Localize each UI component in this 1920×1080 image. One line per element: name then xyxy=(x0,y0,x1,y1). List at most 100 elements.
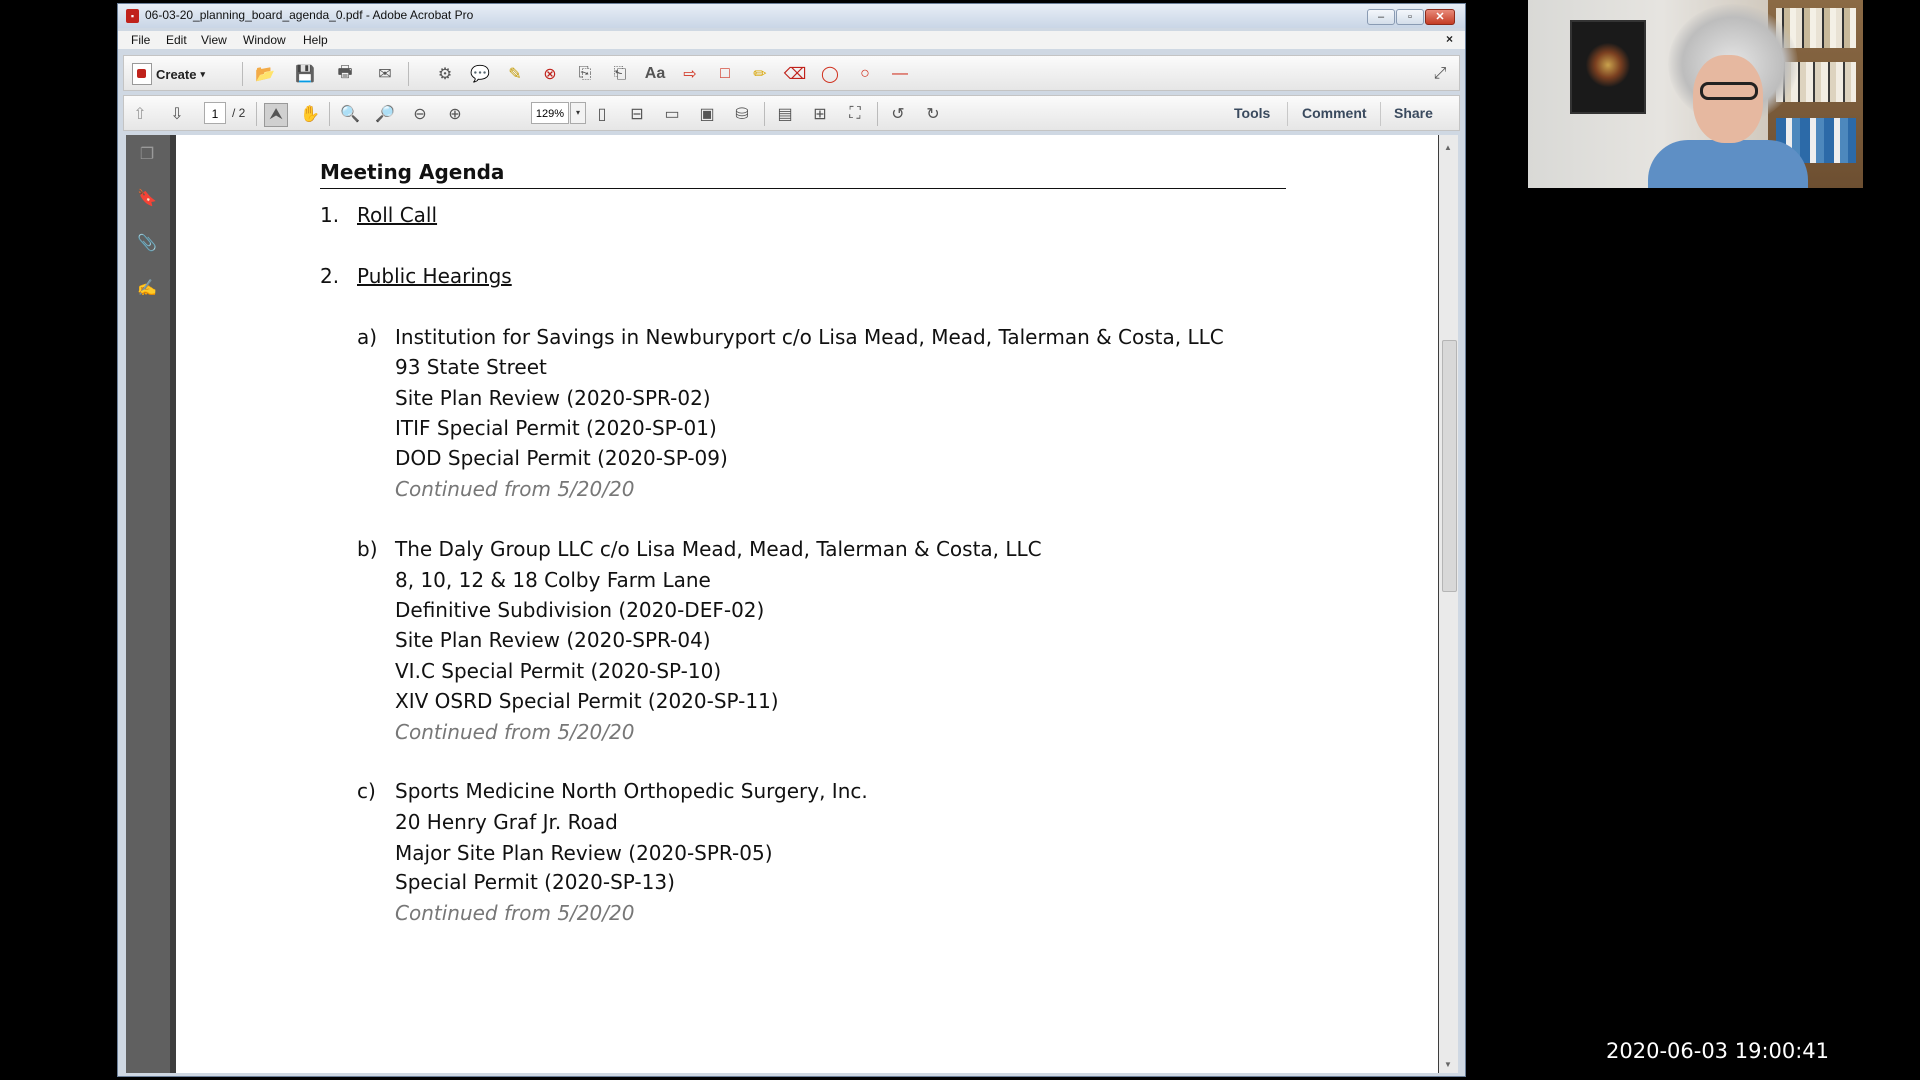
main-toolbar: Create ▾ 📂 💾 🖶 ✉ ⚙ 💬 ✎ ⊗ ⎘ ⎗ Aa ⇨ □ ✏ ⌫ … xyxy=(123,55,1460,91)
comment-bubble-icon[interactable]: 💬 xyxy=(469,63,491,85)
navigation-toolbar: ⇧ ⇩ 1 / 2 ⮝ ✋ 🔍 🔎 ⊖ ⊕ 129% ▾ ▯ ⊟ ▭ ▣ ⛁ ▤… xyxy=(123,95,1460,131)
hearing-a-line: Institution for Savings in Newburyport c… xyxy=(395,325,1224,349)
maximize-button[interactable]: ▫ xyxy=(1396,9,1424,25)
page-thumbnail-icon[interactable]: ▣ xyxy=(696,103,718,125)
marquee-zoom-icon[interactable]: 🔍 xyxy=(339,103,361,125)
rectangle-tool-icon[interactable]: □ xyxy=(714,63,736,85)
tools-tab[interactable]: Tools xyxy=(1234,105,1270,121)
print-icon[interactable]: 🖶 xyxy=(334,63,356,85)
eraser-tool-icon[interactable]: ⌫ xyxy=(784,63,807,85)
agenda-heading: Meeting Agenda xyxy=(320,160,1286,189)
hearing-c-line: Special Permit (2020-SP-13) xyxy=(395,870,675,894)
insert-pages-icon[interactable]: ⎘ xyxy=(574,63,596,85)
text-edit-icon[interactable]: Aa xyxy=(644,63,666,85)
roll-call-item: Roll Call xyxy=(357,203,438,227)
hearing-a-line: Site Plan Review (2020-SPR-02) xyxy=(395,386,711,410)
fit-page-icon[interactable]: ▭ xyxy=(661,103,683,125)
hearing-a-line: DOD Special Permit (2020-SP-09) xyxy=(395,446,728,470)
hand-tool-icon[interactable]: ✋ xyxy=(299,103,321,125)
hearing-letter: a) xyxy=(357,325,378,349)
close-document-icon[interactable]: × xyxy=(1446,32,1453,46)
bookmarks-icon[interactable]: 🔖 xyxy=(136,187,158,209)
rotate-clockwise-icon[interactable]: ↻ xyxy=(922,103,944,125)
create-button[interactable]: Create ▾ xyxy=(132,62,205,86)
page-thumbnails-icon[interactable]: ❐ xyxy=(136,143,158,165)
stamp-icon[interactable]: ⛁ xyxy=(731,103,753,125)
hearing-c-line: Sports Medicine North Orthopedic Surgery… xyxy=(395,779,868,803)
pdf-page: Meeting Agenda 1. Roll Call 2. Public He… xyxy=(170,135,1438,1073)
delete-pages-icon[interactable]: ⊗ xyxy=(539,63,561,85)
hearing-b-line: Definitive Subdivision (2020-DEF-02) xyxy=(395,598,765,622)
create-label: Create xyxy=(156,66,197,82)
hearing-letter: b) xyxy=(357,537,378,561)
hearing-b-line: XIV OSRD Special Permit (2020-SP-11) xyxy=(395,689,779,713)
close-window-button[interactable]: ✕ xyxy=(1425,9,1455,25)
hearing-b-line: The Daly Group LLC c/o Lisa Mead, Mead, … xyxy=(395,537,1042,561)
hearing-c-line: Major Site Plan Review (2020-SPR-05) xyxy=(395,841,773,865)
document-view[interactable]: Meeting Agenda 1. Roll Call 2. Public He… xyxy=(170,135,1438,1073)
hearing-c-line: 20 Henry Graf Jr. Road xyxy=(395,810,618,834)
chevron-down-icon: ▾ xyxy=(200,68,205,79)
participant-shirt xyxy=(1648,140,1808,188)
scroll-up-arrow-icon[interactable]: ▲ xyxy=(1444,143,1452,152)
zoom-out-icon[interactable]: ⊖ xyxy=(409,103,431,125)
cloud-tool-icon[interactable]: ◯ xyxy=(819,63,841,85)
attachments-paperclip-icon[interactable]: 📎 xyxy=(136,232,158,254)
comment-tab[interactable]: Comment xyxy=(1302,105,1367,121)
vertical-scrollbar[interactable]: ▲ ▼ xyxy=(1438,135,1458,1073)
actual-size-icon[interactable]: ▯ xyxy=(591,103,613,125)
dynamic-zoom-icon[interactable]: 🔎 xyxy=(374,103,396,125)
hearing-b-line: Site Plan Review (2020-SPR-04) xyxy=(395,628,711,652)
full-screen-icon[interactable]: ⛶ xyxy=(844,103,866,125)
email-icon[interactable]: ✉ xyxy=(374,63,396,85)
page-number-input[interactable]: 1 xyxy=(204,102,226,124)
window-title: 06-03-20_planning_board_agenda_0.pdf - A… xyxy=(145,8,474,22)
rotate-counterclockwise-icon[interactable]: ↺ xyxy=(887,103,909,125)
zoom-dropdown-icon[interactable]: ▾ xyxy=(570,102,586,124)
hearing-a-continued-note: Continued from 5/20/20 xyxy=(395,477,635,501)
arrow-tool-icon[interactable]: ⇨ xyxy=(679,63,701,85)
hearing-b-continued-note: Continued from 5/20/20 xyxy=(395,720,635,744)
next-page-icon[interactable]: ⇩ xyxy=(166,103,188,125)
participant-glasses xyxy=(1700,82,1758,100)
save-icon[interactable]: 💾 xyxy=(294,63,316,85)
navigation-pane: ❐ 🔖 📎 ✍ xyxy=(126,135,170,1073)
zoom-level-input[interactable]: 129% xyxy=(531,102,569,124)
acrobat-window: ▪ 06-03-20_planning_board_agenda_0.pdf -… xyxy=(117,3,1466,1077)
share-tab[interactable]: Share xyxy=(1394,105,1433,121)
open-folder-icon[interactable]: 📂 xyxy=(254,63,276,85)
zoom-in-icon[interactable]: ⊕ xyxy=(444,103,466,125)
create-pdf-icon xyxy=(132,63,152,85)
previous-page-icon[interactable]: ⇧ xyxy=(129,103,151,125)
pencil-tool-icon[interactable]: ✏ xyxy=(749,63,771,85)
menu-window[interactable]: Window xyxy=(243,33,286,47)
recording-timestamp: 2020-06-03 19:00:41 xyxy=(1606,1039,1830,1063)
oval-tool-icon[interactable]: ○ xyxy=(854,63,876,85)
menu-edit[interactable]: Edit xyxy=(166,33,187,47)
minimize-button[interactable]: – xyxy=(1367,9,1395,25)
fit-width-icon[interactable]: ⊟ xyxy=(626,103,648,125)
highlight-text-icon[interactable]: ✎ xyxy=(504,63,526,85)
item-number: 2. xyxy=(320,264,340,288)
scroll-down-arrow-icon[interactable]: ▼ xyxy=(1444,1060,1452,1069)
menu-file[interactable]: File xyxy=(131,33,150,47)
expand-icon[interactable]: ⤢ xyxy=(1429,63,1451,85)
select-tool-icon[interactable]: ⮝ xyxy=(264,103,288,127)
single-page-view-icon[interactable]: ▤ xyxy=(774,103,796,125)
menu-help[interactable]: Help xyxy=(303,33,328,47)
title-bar[interactable]: ▪ 06-03-20_planning_board_agenda_0.pdf -… xyxy=(118,4,1465,28)
signatures-icon[interactable]: ✍ xyxy=(136,277,158,299)
wall-painting xyxy=(1570,20,1646,114)
hearing-letter: c) xyxy=(357,779,376,803)
hearing-a-line: ITIF Special Permit (2020-SP-01) xyxy=(395,416,717,440)
fit-visible-icon[interactable]: ⊞ xyxy=(809,103,831,125)
line-tool-icon[interactable]: — xyxy=(889,63,911,85)
public-hearings-item: Public Hearings xyxy=(357,264,512,288)
settings-gear-icon[interactable]: ⚙ xyxy=(434,63,456,85)
hearing-a-line: 93 State Street xyxy=(395,355,547,379)
scrollbar-thumb[interactable] xyxy=(1442,340,1457,592)
hearing-c-continued-note: Continued from 5/20/20 xyxy=(395,901,635,925)
menu-view[interactable]: View xyxy=(201,33,227,47)
extract-pages-icon[interactable]: ⎗ xyxy=(609,63,631,85)
pdf-icon: ▪ xyxy=(126,9,139,23)
